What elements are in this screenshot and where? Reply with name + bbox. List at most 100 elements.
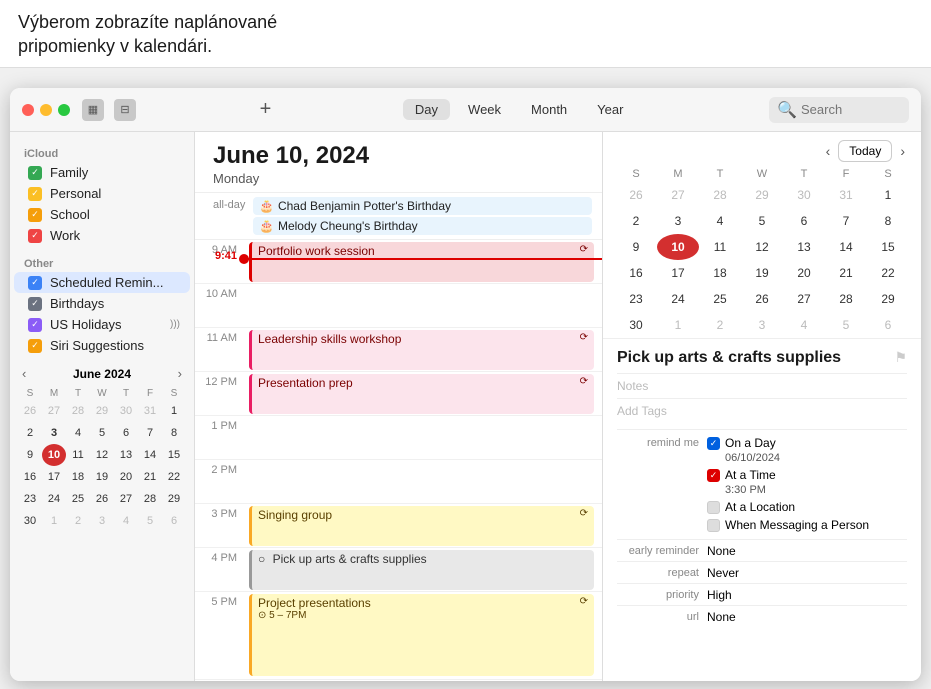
right-cal-day[interactable]: 4: [699, 208, 741, 234]
birthday-event-2[interactable]: 🎂 Melody Cheung's Birthday: [253, 217, 592, 235]
time-scroll[interactable]: 9:41 9 AM Portfolio work session: [195, 240, 602, 681]
mini-cal-day[interactable]: 12: [90, 444, 114, 466]
right-cal-day[interactable]: 17: [657, 260, 699, 286]
mini-cal-today[interactable]: 10: [42, 444, 66, 466]
mini-cal-day[interactable]: 22: [162, 466, 186, 488]
mini-cal-day[interactable]: 28: [66, 400, 90, 422]
mini-cal-day[interactable]: 27: [114, 488, 138, 510]
right-cal-day[interactable]: 28: [699, 182, 741, 208]
right-cal-day[interactable]: 26: [615, 182, 657, 208]
right-cal-day[interactable]: 21: [825, 260, 867, 286]
right-cal-day[interactable]: 30: [783, 182, 825, 208]
mini-cal-day[interactable]: 24: [42, 488, 66, 510]
sidebar-item-work[interactable]: ✓ Work: [14, 225, 190, 246]
mini-cal-day[interactable]: 13: [114, 444, 138, 466]
nav-day-button[interactable]: Day: [403, 99, 450, 120]
nav-year-button[interactable]: Year: [585, 99, 635, 120]
nav-month-button[interactable]: Month: [519, 99, 579, 120]
right-cal-day[interactable]: 26: [741, 286, 783, 312]
mini-cal-day[interactable]: 27: [42, 400, 66, 422]
right-cal-day[interactable]: 11: [699, 234, 741, 260]
event-singing[interactable]: Singing group ⟳: [249, 506, 594, 546]
right-cal-next[interactable]: ›: [896, 141, 909, 161]
sidebar-item-birthdays[interactable]: ✓ Birthdays: [14, 293, 190, 314]
right-cal-day[interactable]: 13: [783, 234, 825, 260]
mini-cal-day[interactable]: 21: [138, 466, 162, 488]
mini-cal-day[interactable]: 30: [114, 400, 138, 422]
minimize-button[interactable]: [40, 104, 52, 116]
when-messaging-checkbox[interactable]: [707, 519, 720, 532]
right-cal-day[interactable]: 19: [741, 260, 783, 286]
right-cal-day[interactable]: 24: [657, 286, 699, 312]
right-cal-day[interactable]: 5: [741, 208, 783, 234]
event-leadership[interactable]: Leadership skills workshop ⟳: [249, 330, 594, 370]
mini-cal-day[interactable]: 3: [42, 422, 66, 444]
at-time-checkbox[interactable]: ✓: [707, 469, 720, 482]
search-box[interactable]: 🔍: [769, 97, 909, 123]
right-cal-day[interactable]: 27: [783, 286, 825, 312]
mini-cal-day[interactable]: 23: [18, 488, 42, 510]
mini-cal-day[interactable]: 26: [90, 488, 114, 510]
right-cal-day[interactable]: 2: [615, 208, 657, 234]
right-cal-day[interactable]: 7: [825, 208, 867, 234]
mini-cal-day[interactable]: 9: [18, 444, 42, 466]
mini-cal-day[interactable]: 1: [162, 400, 186, 422]
mini-cal-prev[interactable]: ‹: [22, 366, 26, 381]
search-input[interactable]: [801, 102, 901, 117]
right-cal-day[interactable]: 6: [783, 208, 825, 234]
right-cal-prev[interactable]: ‹: [822, 141, 835, 161]
right-cal-day[interactable]: 12: [741, 234, 783, 260]
mini-cal-day[interactable]: 5: [138, 510, 162, 532]
mini-cal-day[interactable]: 5: [90, 422, 114, 444]
right-cal-day[interactable]: 2: [699, 312, 741, 338]
mini-cal-day[interactable]: 1: [42, 510, 66, 532]
nav-week-button[interactable]: Week: [456, 99, 513, 120]
right-cal-day[interactable]: 23: [615, 286, 657, 312]
add-event-button[interactable]: +: [260, 98, 272, 121]
right-cal-today-cell[interactable]: 10: [657, 234, 699, 260]
mini-cal-day[interactable]: 26: [18, 400, 42, 422]
mini-cal-next[interactable]: ›: [178, 366, 182, 381]
right-cal-day[interactable]: 27: [657, 182, 699, 208]
mini-cal-day[interactable]: 2: [66, 510, 90, 532]
sidebar-item-us-holidays[interactable]: ✓ US Holidays ))): [14, 314, 190, 335]
mini-cal-day[interactable]: 17: [42, 466, 66, 488]
sidebar-item-scheduled-reminders[interactable]: ✓ Scheduled Remin...: [14, 272, 190, 293]
flag-icon[interactable]: ⚑: [894, 349, 907, 366]
mini-cal-day[interactable]: 25: [66, 488, 90, 510]
right-cal-day[interactable]: 3: [657, 208, 699, 234]
sidebar-item-school[interactable]: ✓ School: [14, 204, 190, 225]
maximize-button[interactable]: [58, 104, 70, 116]
right-cal-day[interactable]: 31: [825, 182, 867, 208]
inbox-icon[interactable]: ⊟: [114, 99, 136, 121]
right-cal-day[interactable]: 9: [615, 234, 657, 260]
event-project[interactable]: Project presentations ⟳ ⊙ 5 – 7PM: [249, 594, 594, 676]
right-cal-today[interactable]: Today: [838, 140, 892, 162]
mini-cal-day[interactable]: 4: [114, 510, 138, 532]
right-cal-day[interactable]: 20: [783, 260, 825, 286]
right-cal-day[interactable]: 3: [741, 312, 783, 338]
mini-cal-day[interactable]: 29: [90, 400, 114, 422]
event-pickup[interactable]: ○ Pick up arts & crafts supplies: [249, 550, 594, 590]
close-button[interactable]: [22, 104, 34, 116]
mini-cal-day[interactable]: 15: [162, 444, 186, 466]
mini-cal-day[interactable]: 31: [138, 400, 162, 422]
right-cal-day[interactable]: 25: [699, 286, 741, 312]
right-cal-day[interactable]: 22: [867, 260, 909, 286]
mini-cal-day[interactable]: 19: [90, 466, 114, 488]
event-presentation[interactable]: Presentation prep ⟳: [249, 374, 594, 414]
mini-cal-day[interactable]: 2: [18, 422, 42, 444]
right-cal-day[interactable]: 1: [867, 182, 909, 208]
on-day-checkbox[interactable]: ✓: [707, 437, 720, 450]
sidebar-item-family[interactable]: ✓ Family: [14, 162, 190, 183]
right-cal-day[interactable]: 8: [867, 208, 909, 234]
birthday-event-1[interactable]: 🎂 Chad Benjamin Potter's Birthday: [253, 197, 592, 215]
right-cal-day[interactable]: 4: [783, 312, 825, 338]
mini-cal-day[interactable]: 29: [162, 488, 186, 510]
right-cal-day[interactable]: 15: [867, 234, 909, 260]
right-cal-day[interactable]: 1: [657, 312, 699, 338]
calendar-icon[interactable]: ▦: [82, 99, 104, 121]
right-cal-day[interactable]: 18: [699, 260, 741, 286]
right-cal-day[interactable]: 30: [615, 312, 657, 338]
right-cal-day[interactable]: 14: [825, 234, 867, 260]
